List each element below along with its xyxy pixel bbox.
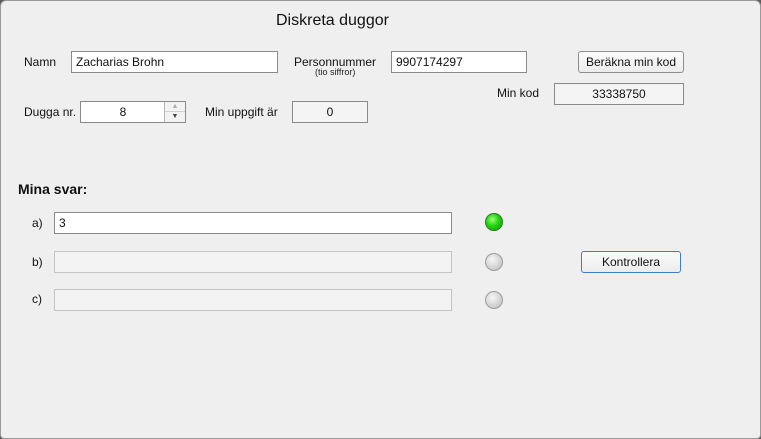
dugga-number-spinner[interactable]: ▲ ▼ [80,101,186,123]
spinner-up-icon[interactable]: ▲ [165,102,185,112]
answer-c-label: c) [32,292,42,306]
dugga-number-field[interactable] [81,102,165,122]
my-task-label: Min uppgift är [205,105,278,119]
answer-a-status-lamp [485,213,503,231]
answer-a-field[interactable] [54,212,452,234]
spinner-down-icon[interactable]: ▼ [165,112,185,122]
spinner-arrows: ▲ ▼ [164,102,185,122]
answer-a-label: a) [32,216,43,230]
name-field[interactable] [71,51,278,73]
answer-b-field[interactable] [54,251,452,273]
answers-heading: Mina svar: [18,181,88,197]
dugga-number-label: Dugga nr. [24,105,77,119]
my-code-label: Min kod [497,86,540,100]
personnummer-field[interactable] [391,51,527,73]
window-title: Diskreta duggor [276,12,389,29]
answer-b-label: b) [32,255,43,269]
my-task-field [292,101,368,123]
app-window: Diskreta duggor Namn Personnummer (tio s… [0,0,761,439]
my-code-field [554,83,684,105]
personnummer-hint: (tio siffror) [315,67,356,77]
answer-c-field[interactable] [54,289,452,311]
compute-code-button[interactable]: Beräkna min kod [578,51,684,73]
name-label: Namn [24,55,57,69]
answer-c-status-lamp [485,291,503,309]
check-answers-button[interactable]: Kontrollera [581,251,681,273]
answer-b-status-lamp [485,253,503,271]
